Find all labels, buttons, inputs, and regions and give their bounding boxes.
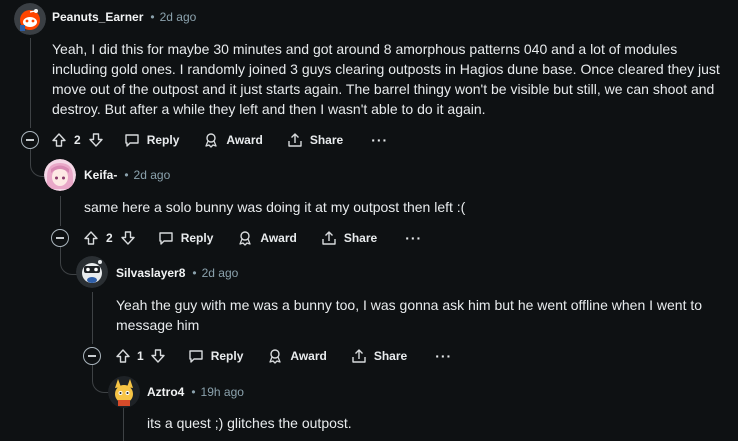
timestamp[interactable]: 2d ago xyxy=(202,266,239,280)
minus-icon xyxy=(56,237,64,239)
share-button[interactable]: Share xyxy=(287,132,343,148)
thread-line-level-2 xyxy=(92,292,93,344)
timestamp[interactable]: 19h ago xyxy=(201,385,244,399)
minus-icon xyxy=(26,139,34,141)
comment-line: Yeah the guy with me was a bunny too, I … xyxy=(116,297,703,313)
comment-body: Yeah, I did this for maybe 30 minutes an… xyxy=(52,39,732,119)
avatar-icon xyxy=(14,3,46,35)
comment-line: message him xyxy=(116,317,200,333)
downvote-icon[interactable] xyxy=(150,348,166,364)
author-name[interactable]: Peanuts_Earner xyxy=(52,10,143,24)
share-icon xyxy=(288,133,302,147)
more-options-button[interactable]: ··· xyxy=(371,133,388,147)
award-icon xyxy=(239,231,252,246)
award-label: Award xyxy=(260,231,297,245)
upvote-icon[interactable] xyxy=(115,348,131,364)
award-button[interactable]: Award xyxy=(203,132,263,148)
award-icon xyxy=(205,133,218,148)
upvote-icon[interactable] xyxy=(83,230,99,246)
comment-line: destroy. But after a while they left and… xyxy=(52,101,486,117)
downvote-icon[interactable] xyxy=(88,132,104,148)
reply-icon xyxy=(124,134,139,147)
award-label: Award xyxy=(226,133,263,147)
meta-separator: • xyxy=(191,385,196,399)
comment-actions: 2 Reply Award Share ··· xyxy=(21,128,388,152)
comment-line: including gold ones. I randomly joined 3… xyxy=(52,61,720,77)
share-label: Share xyxy=(373,349,408,363)
share-button[interactable]: Share xyxy=(351,348,407,364)
reply-button[interactable]: Reply xyxy=(158,230,214,246)
comment-line: same here a solo bunny was doing it at m… xyxy=(84,199,466,215)
vote-group: 2 xyxy=(51,132,104,148)
more-options-button[interactable]: ··· xyxy=(435,349,452,363)
reply-label: Reply xyxy=(180,231,214,245)
thread-elbow-level-3 xyxy=(92,364,109,393)
thread-line-level-3 xyxy=(123,408,124,441)
comment-line: Yeah, I did this for maybe 30 minutes an… xyxy=(52,41,678,57)
share-icon xyxy=(322,231,336,245)
comment-body: same here a solo bunny was doing it at m… xyxy=(84,197,724,217)
more-options-button[interactable]: ··· xyxy=(405,231,422,245)
comment-body: Yeah the guy with me was a bunny too, I … xyxy=(116,295,731,335)
meta-separator: • xyxy=(150,10,155,24)
comment-actions: 1 Reply Award Share ··· xyxy=(83,344,452,368)
avatar-icon xyxy=(44,159,76,191)
timestamp[interactable]: 2d ago xyxy=(134,168,171,182)
comment-line: move out of the outpost and it just star… xyxy=(52,81,715,97)
timestamp[interactable]: 2d ago xyxy=(160,10,197,24)
reply-icon xyxy=(158,232,173,245)
share-label: Share xyxy=(309,133,344,147)
avatar-icon xyxy=(108,376,140,408)
reply-button[interactable]: Reply xyxy=(124,132,180,148)
thread-line-level-0 xyxy=(30,38,31,128)
thread-line-level-1 xyxy=(60,196,61,226)
author-name[interactable]: Silvaslayer8 xyxy=(116,266,185,280)
award-button[interactable]: Award xyxy=(267,348,327,364)
avatar[interactable] xyxy=(76,256,108,288)
meta-separator: • xyxy=(124,168,129,182)
collapse-button[interactable] xyxy=(51,229,69,247)
comment-actions: 2 Reply Award Share ··· xyxy=(51,226,422,250)
avatar[interactable] xyxy=(108,376,140,408)
reply-button[interactable]: Reply xyxy=(188,348,244,364)
avatar-icon xyxy=(76,256,108,288)
vote-count: 1 xyxy=(137,349,144,363)
collapse-button[interactable] xyxy=(83,347,101,365)
award-button[interactable]: Award xyxy=(237,230,297,246)
comment-line: its a quest ;) glitches the outpost. xyxy=(147,415,352,431)
share-button[interactable]: Share xyxy=(321,230,377,246)
author-name[interactable]: Keifa- xyxy=(84,168,117,182)
award-label: Award xyxy=(290,349,327,363)
award-icon xyxy=(269,349,282,364)
downvote-icon[interactable] xyxy=(120,230,136,246)
reply-label: Reply xyxy=(210,349,244,363)
vote-group: 1 xyxy=(115,348,166,364)
thread-elbow-level-2 xyxy=(60,246,77,275)
vote-group: 2 xyxy=(83,230,136,246)
share-label: Share xyxy=(343,231,378,245)
meta-separator: • xyxy=(192,266,197,280)
vote-count: 2 xyxy=(106,231,113,245)
comment-body: its a quest ;) glitches the outpost. xyxy=(147,413,732,433)
avatar[interactable] xyxy=(14,3,46,35)
avatar[interactable] xyxy=(44,159,76,191)
reply-label: Reply xyxy=(146,133,180,147)
upvote-icon[interactable] xyxy=(51,132,67,148)
minus-icon xyxy=(88,355,96,357)
reply-icon xyxy=(188,350,203,363)
vote-count: 2 xyxy=(74,133,81,147)
collapse-button[interactable] xyxy=(21,131,39,149)
author-name[interactable]: Aztro4 xyxy=(147,385,184,399)
share-icon xyxy=(352,349,366,363)
